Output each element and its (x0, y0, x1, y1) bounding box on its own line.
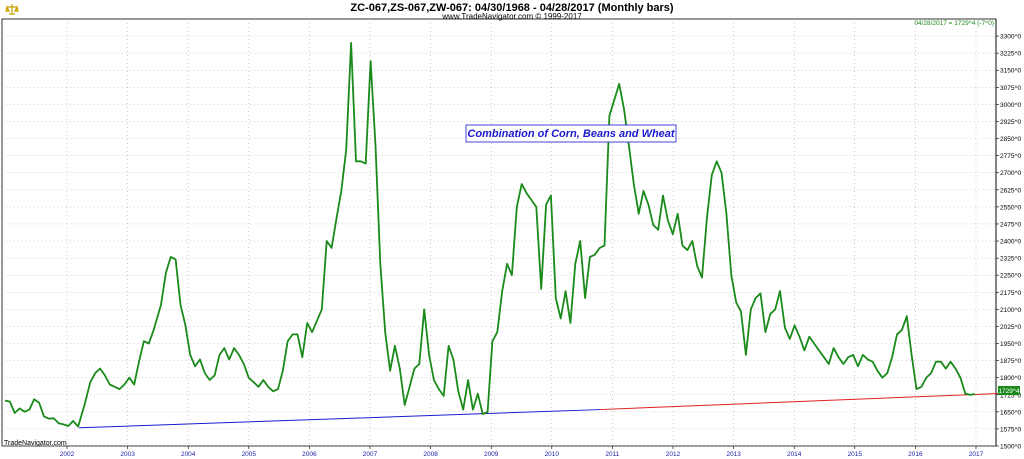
y-tick-label: 3150^0 (1000, 68, 1022, 75)
last-value-tag: 1729^4 (998, 386, 1020, 395)
price-chart: ZC-067,ZS-067,ZW-067: 04/30/1968 - 04/28… (0, 0, 1024, 459)
x-tick-label: 2011 (605, 451, 619, 458)
chart-subtitle: www.TradeNavigator.com © 1999-2017 (441, 12, 582, 21)
y-tick-label: 2775^0 (1000, 153, 1022, 160)
y-tick-label: 2250^0 (1000, 273, 1022, 280)
y-tick-label: 1950^0 (1000, 341, 1022, 348)
annotation-text: Combination of Corn, Beans and Wheat (467, 128, 676, 140)
annotation: Combination of Corn, Beans and Wheat (465, 124, 677, 143)
x-tick-label: 2005 (242, 451, 257, 458)
x-tick-label: 2009 (484, 451, 499, 458)
x-tick-label: 2015 (848, 451, 863, 458)
y-tick-label: 2850^0 (1000, 136, 1022, 143)
y-tick-label: 1575^0 (1000, 426, 1022, 433)
x-tick-label: 2008 (423, 451, 438, 458)
y-tick-label: 2925^0 (1000, 119, 1022, 126)
y-tick-label: 1875^0 (1000, 358, 1022, 365)
y-tick-label: 1800^0 (1000, 375, 1022, 382)
x-tick-label: 2016 (908, 451, 923, 458)
x-tick-label: 2004 (181, 451, 196, 458)
x-tick-label: 2014 (787, 451, 802, 458)
y-tick-label: 3225^0 (1000, 51, 1022, 58)
x-tick-label: 2013 (726, 451, 741, 458)
y-tick-label: 3000^0 (1000, 102, 1022, 109)
y-tick-label: 2700^0 (1000, 170, 1022, 177)
x-tick-label: 2010 (545, 451, 560, 458)
y-tick-label: 3075^0 (1000, 85, 1022, 92)
x-tick-label: 2003 (120, 451, 135, 458)
y-tick-label: 2325^0 (1000, 256, 1022, 263)
x-tick-label: 2017 (969, 451, 984, 458)
y-tick-label: 2550^0 (1000, 204, 1022, 211)
last-value-readout: 04/28/2017 = 1729^4 (-7^0) (914, 20, 994, 27)
watermark: TradeNavigator.com (4, 440, 67, 447)
y-tick-label: 2100^0 (1000, 307, 1022, 314)
y-tick-label: 2175^0 (1000, 290, 1022, 297)
x-tick-label: 2007 (363, 451, 378, 458)
y-tick-label: 2475^0 (1000, 221, 1022, 228)
y-tick-label: 2025^0 (1000, 324, 1022, 331)
y-tick-label: 1500^0 (1000, 444, 1022, 451)
x-tick-label: 2006 (302, 451, 317, 458)
y-tick-label: 2400^0 (1000, 239, 1022, 246)
y-tick-label: 2625^0 (1000, 187, 1022, 194)
y-tick-label: 1650^0 (1000, 409, 1022, 416)
chart-background (0, 0, 1024, 459)
x-tick-label: 2002 (60, 451, 75, 458)
x-tick-label: 2012 (666, 451, 681, 458)
y-tick-label: 3300^0 (1000, 34, 1022, 41)
last-value-tag-text: 1729^4 (998, 388, 1020, 395)
